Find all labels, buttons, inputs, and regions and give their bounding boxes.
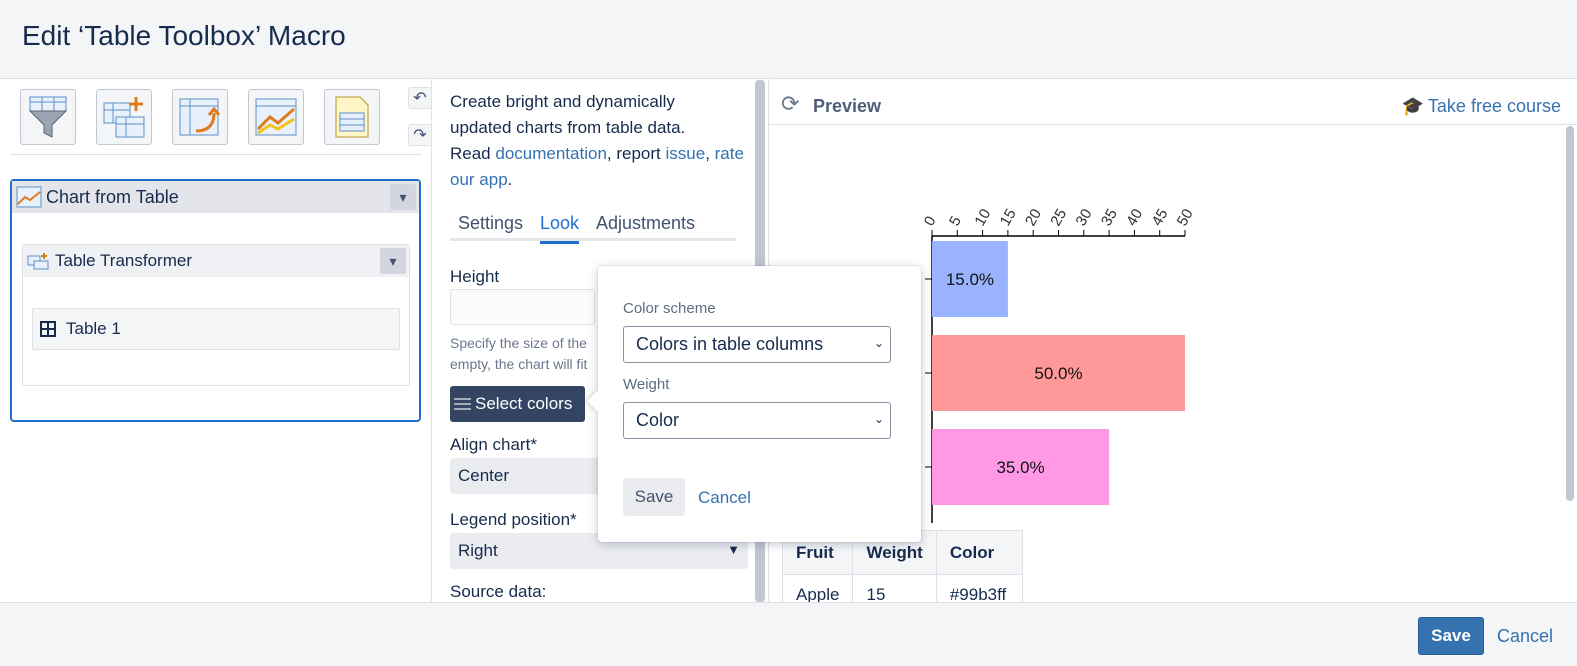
settings-tabs: Settings Look Adjustments <box>450 209 736 244</box>
x-tick-label: 10 <box>971 206 994 229</box>
cancel-link[interactable]: Cancel <box>1497 626 1553 647</box>
help-line-2: empty, the chart will fit <box>450 356 588 372</box>
rate-link[interactable]: rate <box>715 144 744 163</box>
intro-line-1: Create bright and dynamically <box>450 92 675 111</box>
preview-header: ⟳ Preview 🎓 Take free course <box>769 79 1577 125</box>
intro-period: . <box>507 170 513 189</box>
graduation-cap-icon: 🎓 <box>1401 96 1424 116</box>
weight-value: Color <box>636 410 680 430</box>
height-help-text: Specify the size of the empty, the chart… <box>450 333 610 375</box>
color-scheme-select[interactable]: Colors in table columns ⌄ <box>623 326 891 363</box>
macro-tree-panel: ↶ ↷ Chart from Table ▾ Table Transformer… <box>0 79 432 602</box>
x-tick-label: 5 <box>946 213 965 229</box>
intro-report: , report <box>606 144 666 163</box>
x-tick-label: 0 <box>921 213 940 229</box>
intro-text: Create bright and dynamically updated ch… <box>450 89 760 193</box>
cell-weight: 15 <box>852 574 937 602</box>
cell-fruit: Apple <box>781 574 854 602</box>
issue-link[interactable]: issue <box>666 144 706 163</box>
x-tick-label: 25 <box>1047 206 1070 229</box>
color-scheme-label: Color scheme <box>623 300 716 317</box>
take-free-course-label: Take free course <box>1427 96 1561 116</box>
dialog-header: Edit ‘Table Toolbox’ Macro <box>0 0 1577 79</box>
weight-select[interactable]: Color ⌄ <box>623 402 891 439</box>
refresh-icon[interactable]: ⟳ <box>781 91 799 117</box>
popover-cancel-link[interactable]: Cancel <box>698 488 751 508</box>
save-button[interactable]: Save <box>1418 617 1484 655</box>
cell-color: #99b3ff <box>935 574 1023 602</box>
table-transformer-icon[interactable] <box>96 89 152 145</box>
table-transformer-header[interactable]: Table Transformer ▾ <box>23 245 409 277</box>
select-colors-button[interactable]: Select colors <box>450 386 585 422</box>
table-transformer-small-icon <box>27 253 49 270</box>
select-colors-popover: Color scheme Colors in table columns ⌄ W… <box>598 266 921 542</box>
take-free-course-link[interactable]: 🎓 Take free course <box>1402 96 1562 117</box>
documentation-link[interactable]: documentation <box>495 144 607 163</box>
chart-from-table-block[interactable]: Chart from Table ▾ Table Transformer ▾ T… <box>10 179 421 422</box>
help-line-1: Specify the size of the <box>450 335 587 351</box>
table-transformer-block[interactable]: Table Transformer ▾ Table 1 <box>22 244 410 386</box>
x-tick-label: 20 <box>1022 206 1045 229</box>
x-tick-label: 35 <box>1098 206 1121 229</box>
chevron-down-icon: ⌄ <box>873 412 884 426</box>
weight-label: Weight <box>623 376 670 393</box>
height-input[interactable] <box>450 289 595 325</box>
tab-settings[interactable]: Settings <box>458 213 523 234</box>
bar-data-label: 50.0% <box>1034 364 1082 383</box>
table-1-item[interactable]: Table 1 <box>32 308 400 350</box>
macro-toolbar: ↶ ↷ <box>10 79 432 155</box>
x-tick-label: 45 <box>1148 206 1171 229</box>
intro-line-2: updated charts from table data. <box>450 118 686 137</box>
popover-save-button[interactable]: Save <box>623 478 685 516</box>
table-1-label: Table 1 <box>66 319 121 338</box>
tab-adjustments[interactable]: Adjustments <box>596 213 695 234</box>
dialog-footer: Save Cancel <box>0 602 1577 666</box>
chevron-down-icon[interactable]: ▾ <box>380 248 406 274</box>
table-transformer-label: Table Transformer <box>55 251 192 270</box>
chevron-down-icon[interactable]: ▾ <box>390 184 416 210</box>
intro-read: Read <box>450 144 496 163</box>
hamburger-icon <box>454 395 471 413</box>
select-colors-label: Select colors <box>475 394 573 413</box>
column-header-color: Color <box>935 530 1023 575</box>
table-row: Apple 15 #99b3ff <box>781 574 1023 602</box>
color-scheme-value: Colors in table columns <box>636 334 824 354</box>
tab-look[interactable]: Look <box>540 213 580 244</box>
x-tick-label: 40 <box>1123 206 1146 229</box>
pivot-table-icon[interactable] <box>172 89 228 145</box>
chevron-down-icon: ⌄ <box>873 336 884 350</box>
chart-from-table-icon[interactable] <box>248 89 304 145</box>
legend-position-value: Right <box>458 541 498 560</box>
bar-data-label: 15.0% <box>946 270 994 289</box>
preview-scrollbar[interactable] <box>1566 126 1574 501</box>
x-tick-label: 50 <box>1174 206 1197 229</box>
undo-icon[interactable]: ↶ <box>408 87 432 109</box>
align-chart-value: Center <box>458 466 510 485</box>
intro-comma: , <box>705 144 715 163</box>
preview-title: Preview <box>813 96 882 116</box>
height-label: Height <box>450 267 500 286</box>
chart-from-table-header[interactable]: Chart from Table ▾ <box>12 181 419 213</box>
table-grid-icon <box>40 321 56 337</box>
filter-table-icon[interactable] <box>20 89 76 145</box>
legend-position-label: Legend position* <box>450 510 577 529</box>
redo-icon[interactable]: ↷ <box>408 124 432 146</box>
chevron-down-icon: ▼ <box>727 542 740 557</box>
our-app-link[interactable]: our app <box>450 170 508 189</box>
source-data-label: Source data: <box>450 582 547 601</box>
bar-data-label: 35.0% <box>996 458 1044 477</box>
chart-from-table-small-icon <box>16 186 42 208</box>
chart-from-table-label: Chart from Table <box>46 186 179 207</box>
x-tick-label: 15 <box>997 206 1020 229</box>
align-chart-label: Align chart* <box>450 435 537 454</box>
table-spreadsheet-icon[interactable] <box>324 89 380 145</box>
x-tick-label: 30 <box>1073 206 1096 229</box>
dialog-title: Edit ‘Table Toolbox’ Macro <box>22 20 346 51</box>
